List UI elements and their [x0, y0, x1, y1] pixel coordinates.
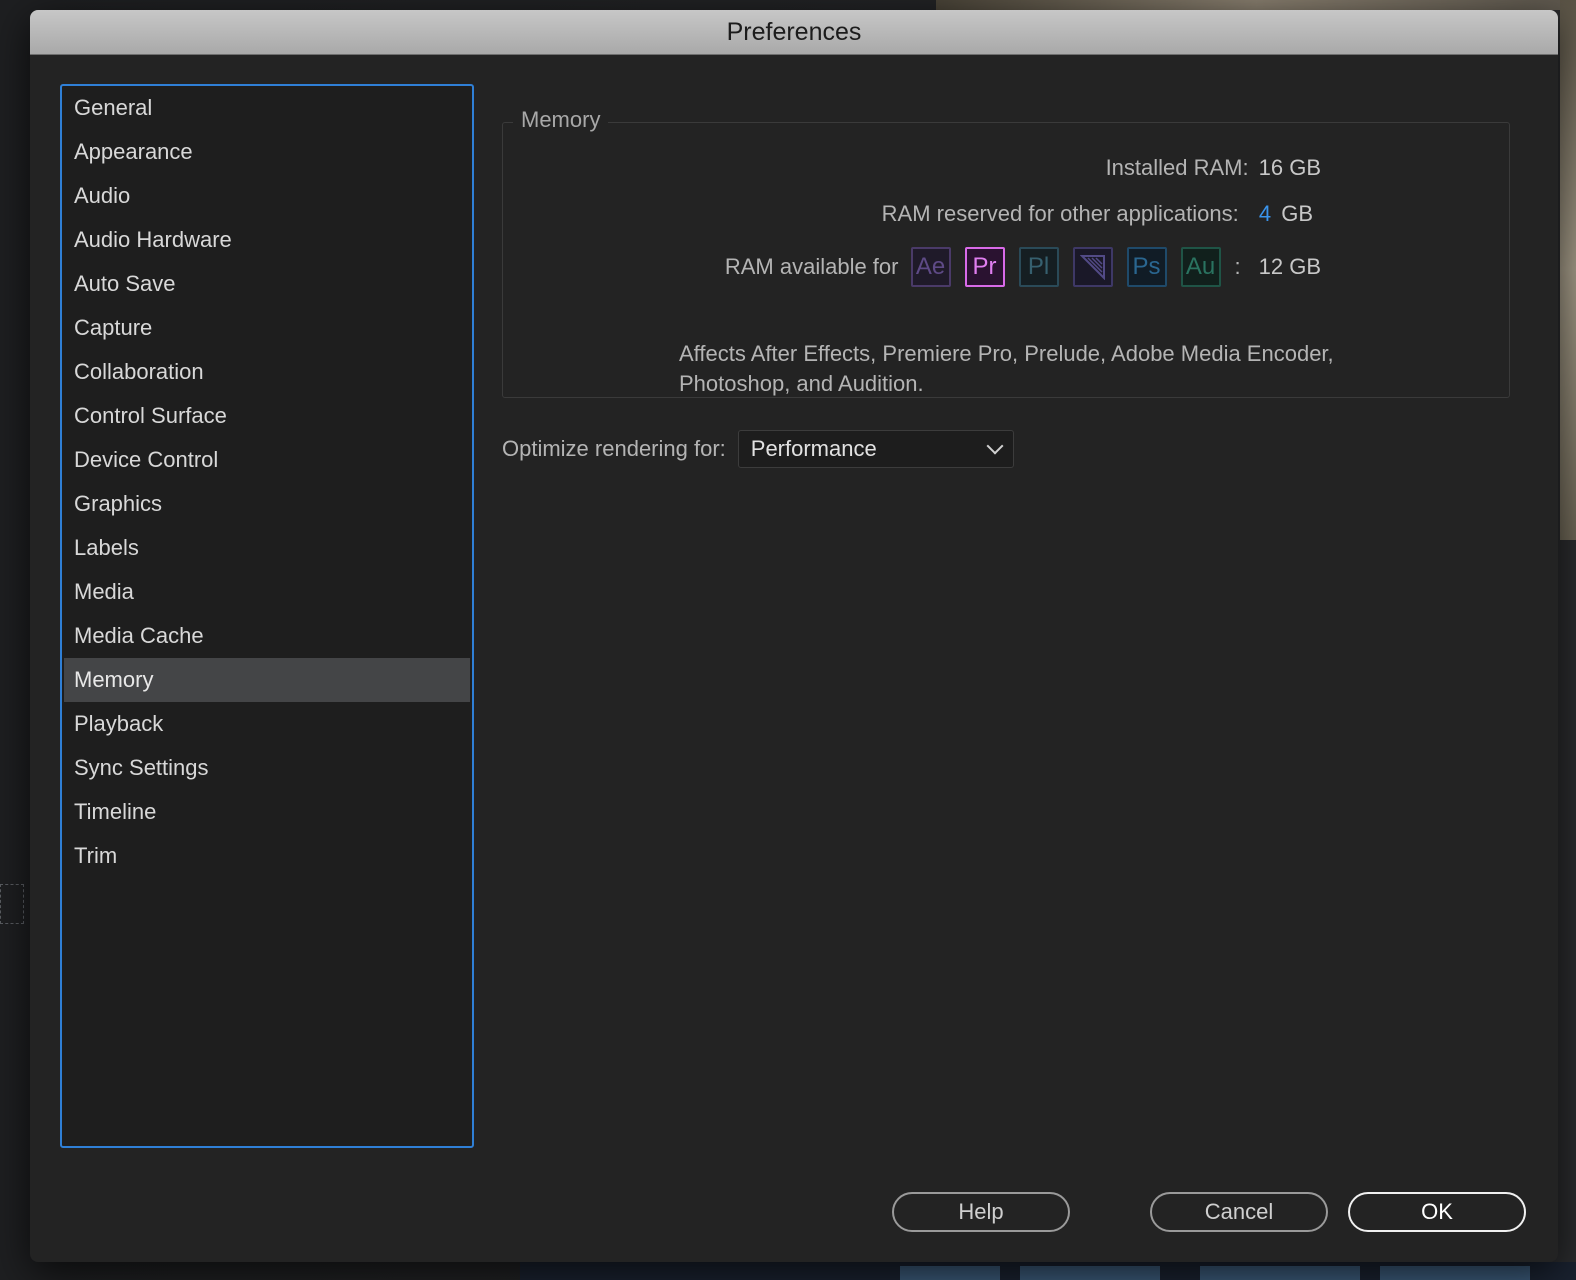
sidebar-item-memory[interactable]: Memory	[64, 658, 470, 702]
timeline-clip	[900, 1266, 1000, 1280]
sidebar-item-label: Control Surface	[74, 403, 227, 428]
reserved-ram-row: RAM reserved for other applications: 4 G…	[882, 201, 1313, 227]
background-grid-icon	[0, 884, 24, 924]
sidebar-item-label: Memory	[74, 667, 154, 692]
background-video-preview	[936, 0, 1576, 10]
available-ram-value: 12 GB	[1258, 254, 1321, 279]
reserved-ram-label: RAM reserved for other applications:	[881, 201, 1239, 226]
sidebar-item-label: General	[74, 95, 153, 120]
preferences-dialog: Preferences General Appearance Audio Audio …	[30, 10, 1558, 1262]
installed-ram-label: Installed RAM:	[1105, 155, 1249, 180]
sidebar-item-label: Device Control	[74, 447, 219, 472]
timeline-clip	[1200, 1266, 1360, 1280]
timeline-clip	[1020, 1266, 1160, 1280]
timeline-clip	[1380, 1266, 1530, 1280]
dialog-titlebar[interactable]: Preferences	[30, 10, 1558, 55]
sidebar-item-labels[interactable]: Labels	[64, 526, 470, 570]
sidebar-item-audio-hardware[interactable]: Audio Hardware	[64, 218, 470, 262]
sidebar-item-timeline[interactable]: Timeline	[64, 790, 470, 834]
photoshop-icon: Ps	[1126, 247, 1167, 287]
sidebar-item-label: Sync Settings	[74, 755, 209, 780]
sidebar-item-graphics[interactable]: Graphics	[64, 482, 470, 526]
audition-icon: Au	[1180, 247, 1221, 287]
dialog-title: Preferences	[726, 18, 862, 46]
app-icon-label: Ae	[915, 253, 946, 280]
reserved-ram-unit: GB	[1281, 201, 1313, 226]
sidebar-item-label: Capture	[74, 315, 153, 340]
optimize-rendering-select[interactable]: Performance	[737, 430, 1014, 468]
sidebar-item-label: Playback	[74, 711, 164, 736]
sidebar-item-label: Auto Save	[74, 271, 176, 296]
app-icons: Ae Pr Pl Ps Au	[910, 247, 1235, 287]
optimize-rendering-label: Optimize rendering for:	[502, 436, 726, 461]
app-icon-label: Pr	[972, 253, 997, 280]
premiere-pro-icon: Pr	[964, 247, 1005, 287]
help-button[interactable]: Help	[892, 1192, 1070, 1232]
background-timeline	[520, 1262, 1576, 1280]
sidebar-item-device-control[interactable]: Device Control	[64, 438, 470, 482]
preferences-category-list[interactable]: General Appearance Audio Audio Hardware Auto…	[60, 84, 474, 1148]
ok-button[interactable]: OK	[1348, 1192, 1526, 1232]
installed-ram-value: 16 GB	[1258, 155, 1321, 180]
sidebar-item-label: Audio	[74, 183, 131, 208]
sidebar-item-media[interactable]: Media	[64, 570, 470, 614]
sidebar-item-control-surface[interactable]: Control Surface	[64, 394, 470, 438]
sidebar-item-label: Timeline	[74, 799, 157, 824]
after-effects-icon: Ae	[910, 247, 951, 287]
optimize-rendering-value: Performance	[750, 436, 877, 461]
available-ram-label: RAM available for	[724, 254, 899, 279]
sidebar-item-capture[interactable]: Capture	[64, 306, 470, 350]
chevron-down-icon	[986, 437, 1004, 455]
media-encoder-icon	[1072, 247, 1113, 287]
sidebar-item-sync-settings[interactable]: Sync Settings	[64, 746, 470, 790]
cancel-button[interactable]: Cancel	[1150, 1192, 1328, 1232]
reserved-ram-input[interactable]: 4	[1259, 201, 1271, 226]
sidebar-item-general[interactable]: General	[64, 86, 470, 130]
sidebar-item-label: Audio Hardware	[74, 227, 232, 252]
sidebar-item-label: Trim	[74, 843, 118, 868]
sidebar-item-media-cache[interactable]: Media Cache	[64, 614, 470, 658]
prelude-icon: Pl	[1018, 247, 1059, 287]
sidebar-item-label: Media Cache	[74, 623, 204, 648]
sidebar-item-appearance[interactable]: Appearance	[64, 130, 470, 174]
sidebar-item-audio[interactable]: Audio	[64, 174, 470, 218]
sidebar-item-collaboration[interactable]: Collaboration	[64, 350, 470, 394]
sidebar-item-label: Appearance	[74, 139, 193, 164]
available-ram-colon: :	[1234, 254, 1241, 279]
sidebar-item-label: Media	[74, 579, 134, 604]
installed-ram-row: Installed RAM: 16 GB	[1106, 155, 1321, 181]
background-video-edge	[1560, 0, 1576, 540]
memory-group: Memory Installed RAM: 16 GB RAM reserved …	[502, 107, 1510, 398]
sidebar-item-label: Graphics	[74, 491, 163, 516]
sidebar-item-auto-save[interactable]: Auto Save	[64, 262, 470, 306]
affects-note: Affects After Effects, Premiere Pro, Pre…	[679, 341, 1334, 396]
app-icon-label: Pl	[1027, 253, 1050, 280]
sidebar-item-playback[interactable]: Playback	[64, 702, 470, 746]
sidebar-item-trim[interactable]: Trim	[64, 834, 470, 878]
app-icon-label: Ps	[1132, 253, 1161, 280]
sidebar-item-label: Collaboration	[74, 359, 204, 384]
sidebar-item-label: Labels	[74, 535, 139, 560]
memory-group-label: Memory	[513, 107, 609, 133]
optimize-rendering-row: Optimize rendering for: Performance	[502, 430, 1014, 468]
app-icon-label: Au	[1185, 253, 1216, 280]
available-ram-row: RAM available for Ae Pr Pl Ps Au : 12 GB	[725, 247, 1321, 287]
